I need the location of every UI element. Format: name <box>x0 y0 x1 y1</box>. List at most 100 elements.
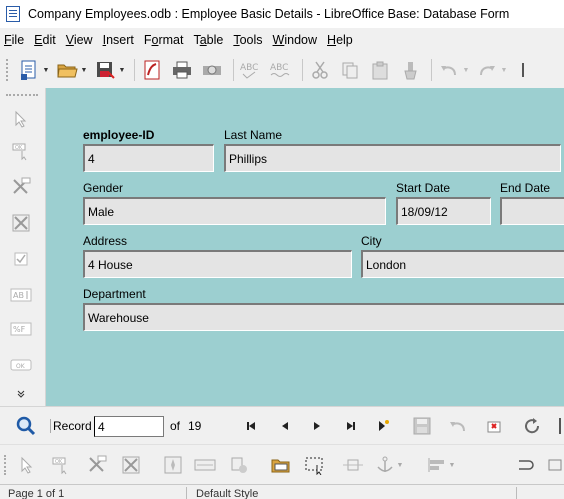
add-field-icon[interactable] <box>268 453 294 477</box>
clone-formatting-icon[interactable] <box>397 57 423 83</box>
select-all-icon[interactable] <box>302 453 328 477</box>
activate-control-icon[interactable] <box>226 453 252 477</box>
status-divider <box>516 487 517 499</box>
undo-icon[interactable] <box>436 57 462 83</box>
city-field[interactable]: London <box>361 250 564 278</box>
save-record-icon[interactable] <box>410 415 434 437</box>
toolbar-separator <box>431 59 432 81</box>
design-mode-icon[interactable]: OK <box>48 453 74 477</box>
paste-icon[interactable] <box>367 57 393 83</box>
menu-format[interactable]: Format <box>144 33 184 47</box>
delete-record-icon[interactable] <box>482 415 506 437</box>
redo-icon[interactable] <box>474 57 500 83</box>
control-properties-icon[interactable] <box>8 176 34 198</box>
toolbar-separator <box>134 59 135 81</box>
menu-file[interactable]: File <box>4 33 24 47</box>
print-preview-icon[interactable] <box>199 57 225 83</box>
employee-id-label: employee-ID <box>83 128 155 142</box>
auto-spellcheck-icon[interactable]: ABC <box>268 57 294 83</box>
page-count: Page 1 of 1 <box>8 488 65 499</box>
menu-view[interactable]: View <box>66 33 93 47</box>
svg-text:ABC: ABC <box>240 63 258 73</box>
toolbar-grip[interactable] <box>4 455 8 475</box>
toolbar-separator <box>302 59 303 81</box>
design-mode-icon[interactable]: OK <box>8 140 34 162</box>
menu-tools[interactable]: Tools <box>233 33 262 47</box>
record-number-input[interactable]: 4 <box>94 416 164 437</box>
gender-field[interactable]: Male <box>83 197 386 225</box>
nav-overflow-icon[interactable] <box>556 415 564 437</box>
menu-help[interactable]: Help <box>327 33 353 47</box>
standard-toolbar: ▼ ▼ ▼ ABC ABC ▼ ▼ <box>0 52 564 88</box>
city-label: City <box>361 234 382 248</box>
more-controls-chevron-icon[interactable] <box>8 386 34 402</box>
svg-text:ABC: ABC <box>270 63 288 73</box>
find-record-icon[interactable] <box>14 415 38 437</box>
last-name-field[interactable]: Phillips <box>224 144 561 172</box>
align-dropdown-icon[interactable]: ▼ <box>448 453 456 477</box>
form-properties-icon[interactable] <box>118 453 144 477</box>
status-bar: Page 1 of 1 Default Style <box>0 484 564 499</box>
first-record-icon[interactable] <box>242 417 260 435</box>
select-pointer-icon[interactable] <box>14 453 40 477</box>
copy-icon[interactable] <box>337 57 363 83</box>
print-icon[interactable] <box>169 57 195 83</box>
employee-id-field[interactable]: 4 <box>83 144 214 172</box>
cut-icon[interactable] <box>307 57 333 83</box>
svg-text:%F: %F <box>13 325 26 334</box>
toolbar-grip[interactable] <box>6 59 12 81</box>
svg-text:OK: OK <box>15 145 23 151</box>
menu-insert[interactable]: Insert <box>103 33 134 47</box>
spelling-icon[interactable]: ABC <box>238 57 264 83</box>
checkbox-control-icon[interactable] <box>8 248 34 270</box>
formatted-field-icon[interactable]: %F <box>8 318 34 340</box>
undo-dropdown-icon[interactable]: ▼ <box>462 57 470 83</box>
menu-edit[interactable]: Edit <box>34 33 56 47</box>
record-count: 19 <box>188 419 202 433</box>
align-icon[interactable] <box>424 453 450 477</box>
title-bar: Company Employees.odb : Employee Basic D… <box>0 0 564 28</box>
department-field[interactable]: Warehouse <box>83 303 564 331</box>
svg-text:OK: OK <box>55 459 63 465</box>
address-field[interactable]: 4 House <box>83 250 352 278</box>
next-record-icon[interactable] <box>308 417 326 435</box>
anchor-dropdown-icon[interactable]: ▼ <box>396 453 404 477</box>
select-pointer-icon[interactable] <box>8 108 34 130</box>
push-button-control-icon[interactable]: OK <box>8 354 34 376</box>
new-dropdown-icon[interactable]: ▼ <box>42 57 50 83</box>
anchor-icon[interactable] <box>372 453 398 477</box>
of-label: of <box>170 419 181 433</box>
tab-order-icon[interactable] <box>192 453 218 477</box>
svg-text:OK: OK <box>16 363 26 370</box>
new-document-icon[interactable] <box>16 57 42 83</box>
wrap-icon[interactable] <box>340 453 366 477</box>
undo-record-icon[interactable] <box>446 415 470 437</box>
rotate-icon[interactable] <box>512 453 538 477</box>
start-date-field[interactable]: 18/09/12 <box>396 197 491 225</box>
open-dropdown-icon[interactable]: ▼ <box>80 57 88 83</box>
save-dropdown-icon[interactable]: ▼ <box>118 57 126 83</box>
address-label: Address <box>83 234 128 248</box>
toolbar-separator <box>233 59 234 81</box>
export-pdf-icon[interactable] <box>139 57 165 83</box>
form-navigator-icon[interactable] <box>160 453 186 477</box>
document-icon <box>6 6 20 22</box>
previous-record-icon[interactable] <box>276 417 294 435</box>
toolbar-grip[interactable] <box>6 94 38 96</box>
save-icon[interactable] <box>92 57 118 83</box>
window-title: Company Employees.odb : Employee Basic D… <box>28 7 510 21</box>
redo-dropdown-icon[interactable]: ▼ <box>500 57 508 83</box>
text-box-control-icon[interactable]: AB <box>8 284 34 306</box>
control-properties-icon[interactable] <box>84 453 110 477</box>
menu-window[interactable]: Window <box>273 33 317 47</box>
form-properties-icon[interactable] <box>8 212 34 234</box>
new-record-icon[interactable] <box>374 417 392 435</box>
menu-table[interactable]: Table <box>193 33 223 47</box>
refresh-icon[interactable] <box>520 415 544 437</box>
overflow-icon[interactable] <box>512 57 538 83</box>
record-label: Record <box>50 419 92 433</box>
last-record-icon[interactable] <box>342 417 360 435</box>
end-date-field[interactable] <box>500 197 564 225</box>
more-options-icon[interactable] <box>544 453 564 477</box>
open-folder-icon[interactable] <box>54 57 80 83</box>
